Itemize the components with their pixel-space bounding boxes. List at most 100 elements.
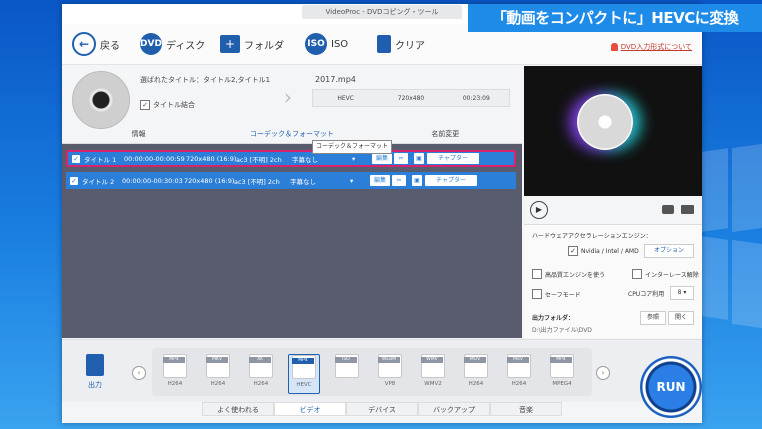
tab-common[interactable]: よく使われる [202, 402, 274, 416]
edit-button[interactable]: 編集 [370, 175, 390, 186]
subtitle-icon[interactable]: ▣ [412, 175, 422, 186]
format-item[interactable]: MKV H264 [203, 354, 233, 392]
back-label: 戻る [100, 40, 120, 52]
dvd-disc-icon: DVD [140, 33, 162, 55]
gpu-checkbox[interactable]: ✓ Nvidia / Intel / AMD [568, 246, 639, 256]
browse-button[interactable]: 参照 [640, 311, 666, 325]
settings-panel: ハードウェアアクセラレーションエンジン： ✓ Nvidia / Intel / … [524, 225, 702, 338]
tab-backup[interactable]: バックアップ [418, 402, 490, 416]
format-item[interactable]: MP4 MPEG4 [547, 354, 577, 392]
output-button[interactable]: 出力 [82, 354, 108, 394]
resolution-value: 720x480 [397, 94, 425, 102]
dvd-disc-thumbnail [72, 71, 130, 129]
format-tag: WEBM [378, 357, 400, 363]
chapter-button[interactable]: チャプター [425, 175, 477, 186]
tab-music[interactable]: 音楽 [490, 402, 562, 416]
tab-info[interactable]: 情報 [62, 127, 215, 141]
format-tag: WMV [421, 357, 443, 363]
checkbox-icon: ✓ [140, 100, 150, 110]
checkbox-icon [632, 269, 642, 279]
title-resolution: 720x480 (16:9) [186, 154, 237, 163]
high-quality-checkbox[interactable]: 高品質エンジンを使う [532, 269, 605, 279]
chevron-down-icon: ▾ [352, 154, 356, 163]
folder-button[interactable]: + フォルダ [220, 31, 284, 57]
format-label: HEVC [296, 382, 312, 388]
video-file-icon: WMV [421, 354, 445, 378]
video-file-icon: M4V [507, 354, 531, 378]
disc-label: ディスク [166, 40, 206, 52]
run-button[interactable]: RUN [640, 356, 702, 418]
format-tag: MP4 [292, 358, 314, 364]
duration-value: 00:23:09 [462, 94, 490, 102]
tab-codec[interactable]: コーデック＆フォーマット [215, 127, 368, 141]
trash-icon [377, 35, 391, 53]
folder-label: フォルダ [244, 40, 284, 52]
checkbox-icon[interactable]: ✓ [70, 176, 78, 185]
title-audio[interactable]: ac3 [不明] 2ch [234, 176, 290, 186]
format-strip: 出力 ‹ MP4 H264 MKV H264 4K H264 MP4 HEVC ISO … [62, 339, 702, 402]
subtitle-icon[interactable]: ▣ [414, 153, 424, 164]
video-file-icon: MP4 [163, 354, 187, 378]
title-subtitle[interactable]: 字幕なし [292, 154, 352, 164]
tab-device[interactable]: デバイス [346, 402, 418, 416]
format-label: WMV2 [424, 381, 442, 387]
clear-button[interactable]: クリア [377, 31, 425, 57]
cpu-select[interactable]: 8 ▾ [670, 286, 694, 300]
format-tag: MOV [464, 357, 486, 363]
chevron-right-icon[interactable]: › [596, 366, 610, 380]
format-item-selected[interactable]: MP4 HEVC [288, 354, 320, 394]
edit-button[interactable]: 編集 [372, 153, 392, 164]
cut-icon[interactable]: ✂ [394, 153, 408, 164]
format-item[interactable]: WMV WMV2 [418, 354, 448, 392]
open-button[interactable]: 開く [668, 311, 694, 325]
dvd-input-notice-link[interactable]: DVD入力形式について [610, 42, 692, 52]
output-info-bar: HEVC 720x480 00:23:09 [312, 89, 510, 107]
cut-icon[interactable]: ✂ [392, 175, 406, 186]
format-item[interactable]: 4K H264 [246, 354, 276, 392]
table-row[interactable]: ✓ タイトル 1 00:00:00-00:00:59 720x480 (16:9… [66, 150, 516, 167]
back-arrow-icon: ← [72, 32, 96, 56]
deinterlace-label: インターレース解除 [645, 271, 699, 279]
chevron-down-icon: ▾ [350, 176, 354, 185]
format-label: H264 [167, 381, 183, 387]
format-label: H264 [253, 381, 269, 387]
merge-titles-checkbox[interactable]: ✓ タイトル結合 [140, 100, 195, 110]
video-preview [524, 66, 702, 196]
category-tabs: よく使われる ビデオ デバイス バックアップ 音楽 [202, 402, 562, 416]
chevron-left-icon[interactable]: ‹ [132, 366, 146, 380]
disc-button[interactable]: DVD ディスク [140, 31, 205, 57]
checkbox-icon[interactable]: ✓ [72, 154, 80, 163]
option-button[interactable]: オプション [644, 244, 694, 258]
format-item[interactable]: WEBM VP8 [375, 354, 405, 392]
table-row[interactable]: ✓ タイトル 2 00:00:00-00:30:03 720x480 (16:9… [66, 172, 516, 189]
format-tag: MP4 [550, 357, 572, 363]
chapter-button[interactable]: チャプター [427, 153, 479, 164]
title-name: タイトル 2 [82, 177, 115, 186]
iso-button[interactable]: ISO ISO [305, 31, 348, 57]
format-item[interactable]: MP4 H264 [160, 354, 190, 392]
back-button[interactable]: ← 戻る [72, 31, 120, 57]
cpu-value: 8 [677, 289, 682, 296]
tab-video[interactable]: ビデオ [274, 402, 346, 416]
checkbox-icon [532, 289, 542, 299]
format-item[interactable]: MOV H264 [461, 354, 491, 392]
film-reel-logo [577, 94, 633, 150]
selected-titles: 選ばれたタイトル：タイトル2,タイトル1 [140, 76, 271, 84]
title-audio[interactable]: ac3 [不明] 2ch [236, 154, 292, 164]
format-label: H264 [468, 381, 484, 387]
play-icon[interactable]: ▶ [530, 201, 548, 219]
safe-mode-checkbox[interactable]: セーフモード [532, 289, 581, 299]
checkbox-icon: ✓ [568, 246, 578, 256]
title-subtitle[interactable]: 字幕なし [290, 176, 350, 186]
checkbox-icon [532, 269, 542, 279]
camera-icon[interactable] [662, 205, 674, 214]
format-item[interactable]: M4V H264 [504, 354, 534, 392]
preview-controls: ▶ [524, 196, 702, 225]
format-item[interactable]: ISO [332, 354, 362, 392]
folder-icon[interactable] [681, 205, 694, 214]
tab-rename[interactable]: 名前変更 [369, 127, 522, 141]
format-tag: MKV [206, 357, 228, 363]
deinterlace-checkbox[interactable]: インターレース解除 [632, 269, 699, 279]
title-time: 00:00:00-00:30:03 [122, 176, 183, 185]
title-time: 00:00:00-00:00:59 [124, 154, 185, 163]
